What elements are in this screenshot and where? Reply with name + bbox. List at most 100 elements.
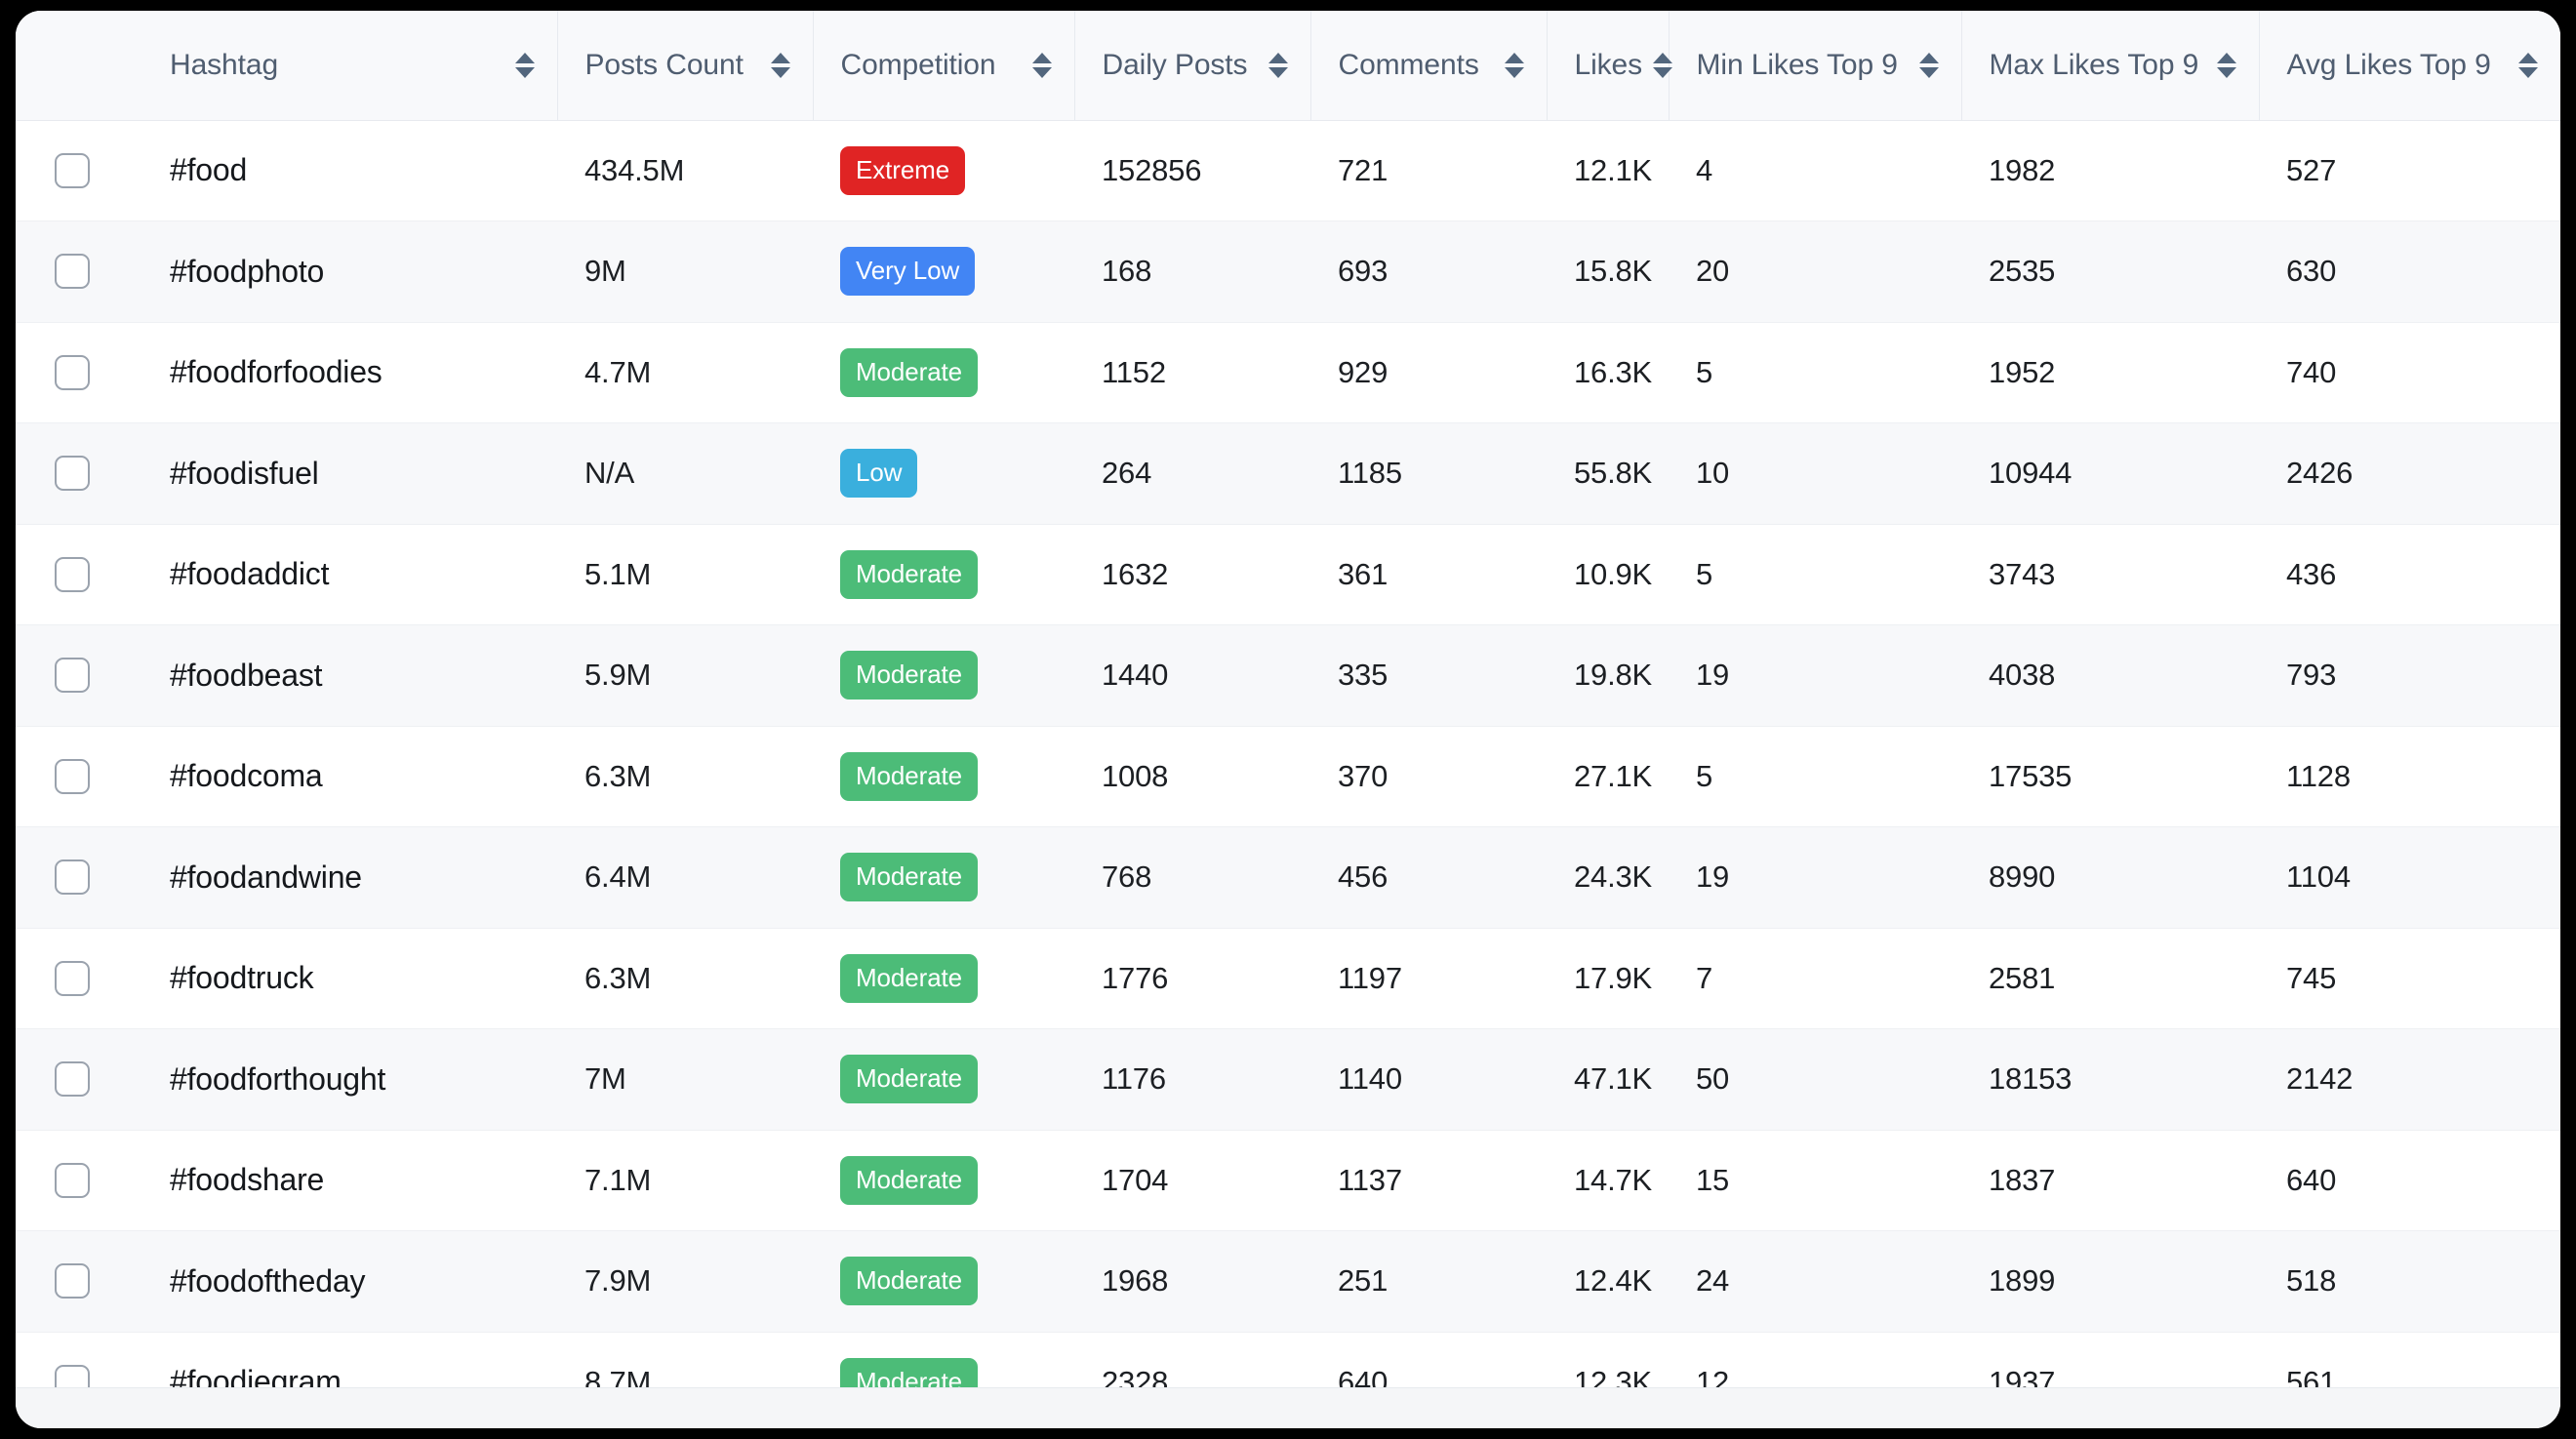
sort-icon-likes[interactable] [1652,49,1673,82]
competition-badge: Moderate [840,1257,979,1306]
cell-comments: 361 [1310,524,1547,625]
cell-daily-posts: 1632 [1074,524,1310,625]
cell-min-likes-top9: 5 [1669,524,1961,625]
row-checkbox-cell[interactable] [16,826,142,929]
row-select-checkbox[interactable] [55,1061,90,1098]
row-select-checkbox[interactable] [55,758,90,794]
sort-icon-hashtag[interactable] [514,49,536,82]
cell-posts-count: 6.3M [557,928,813,1029]
column-label-likes: Likes [1574,48,1643,81]
cell-max-likes-top9: 2535 [1961,220,2259,323]
table-row[interactable]: #foodcoma 6.3M Moderate 1008 370 27.1K 5 17535 1… [16,726,2560,827]
row-checkbox-cell[interactable] [16,624,142,727]
row-select-checkbox[interactable] [55,354,90,390]
cell-daily-posts: 264 [1074,422,1310,525]
column-header-hashtag[interactable]: Hashtag [142,11,558,121]
row-select-checkbox[interactable] [55,1162,90,1198]
row-select-checkbox[interactable] [55,152,90,188]
row-select-checkbox[interactable] [55,1263,90,1299]
sort-icon-avg-likes-top9[interactable] [2517,49,2539,82]
cell-comments: 929 [1310,322,1547,423]
column-header-posts-count[interactable]: Posts Count [557,11,814,121]
table-body: #food 434.5M Extreme 152856 721 12.1K 4 1982 527… [16,120,2560,1428]
cell-min-likes-top9: 24 [1669,1230,1961,1333]
column-header-min-likes-top9[interactable]: Min Likes Top 9 [1669,11,1962,121]
cell-hashtag: #foodaddict [142,524,557,625]
cell-avg-likes-top9: 740 [2259,322,2560,423]
cell-posts-count: 6.3M [557,726,813,827]
table-row[interactable]: #foodisfuel N/A Low 264 1185 55.8K 10 10944 2426 [16,422,2560,525]
cell-likes: 12.4K [1547,1230,1669,1333]
table-row[interactable]: #foodforfoodies 4.7M Moderate 1152 929 16.3K 5… [16,322,2560,423]
cell-posts-count: N/A [557,422,813,525]
row-select-checkbox[interactable] [55,658,90,694]
competition-badge: Moderate [840,1155,979,1205]
cell-competition: Moderate [813,524,1074,625]
competition-badge: Moderate [840,347,979,397]
table-row[interactable]: #foodandwine 6.4M Moderate 768 456 24.3K 19 899… [16,826,2560,929]
sort-icon-daily-posts[interactable] [1268,49,1289,82]
cell-max-likes-top9: 1952 [1961,322,2259,423]
competition-badge: Low [840,449,918,499]
row-checkbox-cell[interactable] [16,928,142,1029]
cell-competition: Low [813,422,1074,525]
row-checkbox-cell[interactable] [16,422,142,525]
row-select-checkbox[interactable] [55,960,90,996]
sort-icon-max-likes-top9[interactable] [2216,49,2237,82]
cell-competition: Moderate [813,322,1074,423]
row-checkbox-cell[interactable] [16,1130,142,1231]
sort-icon-posts-count[interactable] [770,49,791,82]
cell-posts-count: 434.5M [557,120,813,221]
table-row[interactable]: #foodforthought 7M Moderate 1176 1140 47.1K 50… [16,1028,2560,1131]
row-checkbox-cell[interactable] [16,322,142,423]
column-label-daily-posts: Daily Posts [1102,48,1248,81]
cell-avg-likes-top9: 2426 [2259,422,2560,525]
hashtag-label: #food [170,152,248,188]
cell-avg-likes-top9: 436 [2259,524,2560,625]
table-row[interactable]: #foodphoto 9M Very Low 168 693 15.8K 20 2535 630 [16,220,2560,323]
cell-comments: 693 [1310,220,1547,323]
row-select-checkbox[interactable] [55,254,90,290]
table-row[interactable]: #foodshare 7.1M Moderate 1704 1137 14.7K 15 183… [16,1130,2560,1231]
cell-competition: Moderate [813,826,1074,929]
row-checkbox-cell[interactable] [16,1230,142,1333]
hashtag-label: #foodbeast [170,657,323,693]
column-header-comments[interactable]: Comments [1310,11,1548,121]
column-label-comments: Comments [1338,48,1479,81]
cell-hashtag: #foodandwine [142,826,557,929]
row-checkbox-cell[interactable] [16,120,142,221]
hashtag-label: #foodcoma [170,758,323,794]
cell-likes: 14.7K [1547,1130,1669,1231]
column-header-competition[interactable]: Competition [813,11,1075,121]
row-checkbox-cell[interactable] [16,220,142,323]
sort-icon-competition[interactable] [1031,49,1053,82]
table-row[interactable]: #food 434.5M Extreme 152856 721 12.1K 4 1982 527 [16,120,2560,221]
table-row[interactable]: #foodbeast 5.9M Moderate 1440 335 19.8K 19 4038… [16,624,2560,727]
row-select-checkbox[interactable] [55,556,90,592]
row-checkbox-cell[interactable] [16,1028,142,1131]
column-header-likes[interactable]: Likes [1547,11,1673,121]
cell-likes: 27.1K [1547,726,1669,827]
column-header-daily-posts[interactable]: Daily Posts [1074,11,1311,121]
cell-comments: 1140 [1310,1028,1547,1131]
row-checkbox-cell[interactable] [16,726,142,827]
column-header-max-likes-top9[interactable]: Max Likes Top 9 [1961,11,2260,121]
row-select-checkbox[interactable] [55,859,90,896]
cell-min-likes-top9: 20 [1669,220,1961,323]
cell-likes: 24.3K [1547,826,1669,929]
table-window: Hashtag Posts Count Competition Daily Po… [16,11,2560,1428]
sort-icon-comments[interactable] [1504,49,1525,82]
table-scroll-container[interactable]: Hashtag Posts Count Competition Daily Po… [16,11,2560,1428]
column-header-avg-likes-top9[interactable]: Avg Likes Top 9 [2259,11,2560,121]
cell-min-likes-top9: 4 [1669,120,1961,221]
row-checkbox-cell[interactable] [16,524,142,625]
row-select-checkbox[interactable] [55,456,90,492]
table-row[interactable]: #foodtruck 6.3M Moderate 1776 1197 17.9K 7 2581… [16,928,2560,1029]
cell-hashtag: #foodphoto [142,220,557,323]
table-row[interactable]: #foodoftheday 7.9M Moderate 1968 251 12.4K 24 1… [16,1230,2560,1333]
table-row[interactable]: #foodaddict 5.1M Moderate 1632 361 10.9K 5 3743… [16,524,2560,625]
sort-icon-min-likes-top9[interactable] [1918,49,1940,82]
cell-hashtag: #foodtruck [142,928,557,1029]
table-header: Hashtag Posts Count Competition Daily Po… [16,11,2560,121]
hashtag-label: #foodandwine [170,859,362,895]
